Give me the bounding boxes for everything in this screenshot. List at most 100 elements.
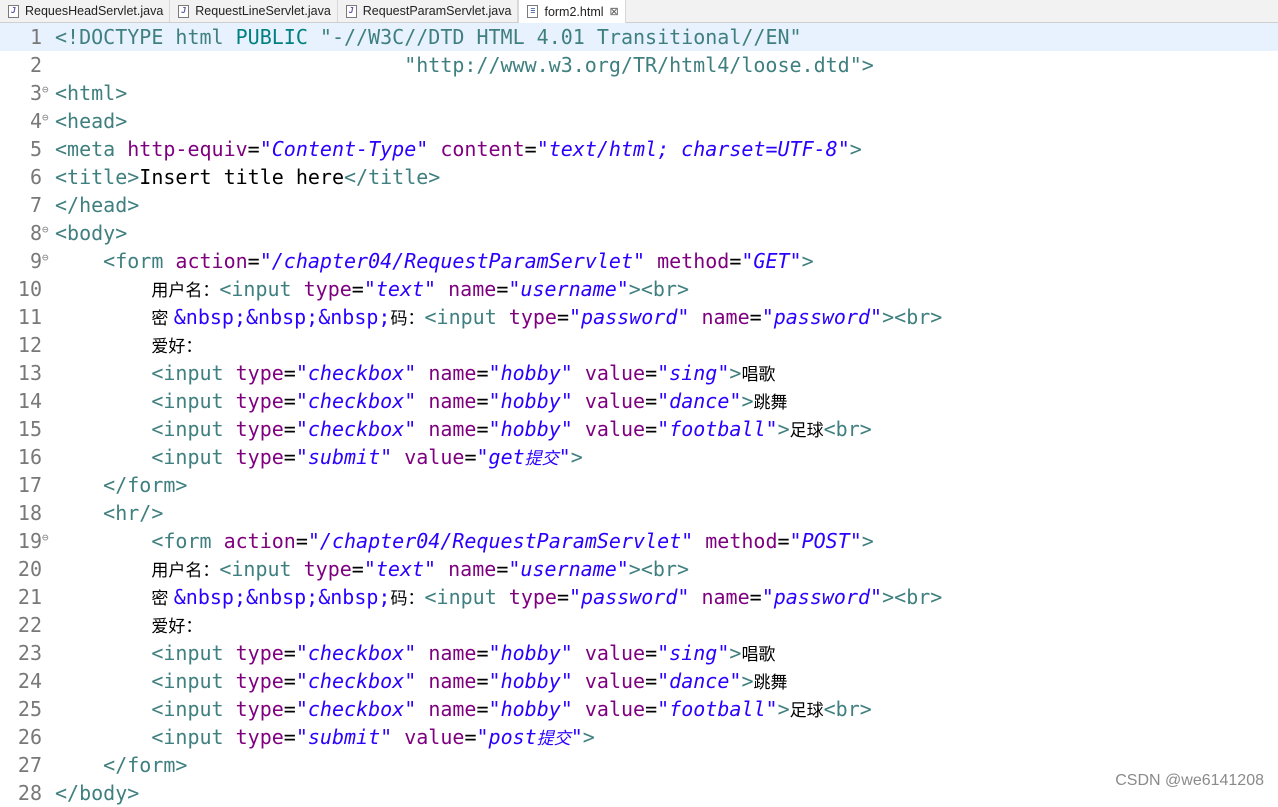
code-text: <input type="checkbox" name="hobby" valu… [55,667,787,697]
java-file-icon: J [178,4,190,18]
code-text: 密 &nbsp;&nbsp;&nbsp;码：<input type="passw… [55,583,942,613]
code-line[interactable]: 25 <input type="checkbox" name="hobby" v… [0,695,1278,723]
code-token: "hobby" [488,417,573,441]
code-token: 用户名： [151,281,220,301]
code-token: "text" [363,557,437,581]
code-token: = [295,529,308,553]
code-line[interactable]: 22 爱好： [0,611,1278,639]
code-token: <form [103,249,176,273]
tab-form2-html[interactable]: ≡ form2.html ⊠ [518,0,626,23]
code-line[interactable]: 13 <input type="checkbox" name="hobby" v… [0,359,1278,387]
code-token: action [223,529,296,553]
code-token: " [558,445,571,469]
java-file-icon: J [345,4,357,18]
code-line[interactable]: 15 <input type="checkbox" name="hobby" v… [0,415,1278,443]
fold-toggle-icon[interactable]: ⊖ [42,527,52,549]
code-text: <head> [55,107,127,135]
line-number: 23 [17,641,42,665]
code-token: "dance" [657,389,742,413]
code-line[interactable]: 3 ⊖ <html> [0,79,1278,107]
code-editor[interactable]: 1 <!DOCTYPE html PUBLIC "-//W3C//DTD HTML… [0,23,1278,805]
fold-toggle-icon[interactable]: ⊖ [42,247,52,269]
code-token: "sing" [657,641,730,665]
close-tab-icon[interactable]: ⊠ [610,5,619,18]
code-line[interactable]: 14 <input type="checkbox" name="hobby" v… [0,387,1278,415]
code-token: "hobby" [488,697,573,721]
code-line[interactable]: 10 用户名：<input type="text" name="username… [0,275,1278,303]
code-line[interactable]: 20 用户名：<input type="text" name="username… [0,555,1278,583]
code-text: 爱好： [55,331,202,361]
tab-label: form2.html [544,4,604,19]
code-line[interactable]: 2 "http://www.w3.org/TR/html4/loose.dtd"… [0,51,1278,79]
code-token: <input [424,305,509,329]
code-line[interactable]: 28 </body> [0,779,1278,807]
code-line[interactable]: 23 <input type="checkbox" name="hobby" v… [0,639,1278,667]
code-token: PUBLIC [235,25,320,49]
tab-requestlineservlet[interactable]: J RequestLineServlet.java [170,0,338,22]
line-number: 17 [17,473,42,497]
code-line[interactable]: 21 密 &nbsp;&nbsp;&nbsp;码：<input type="pa… [0,583,1278,611]
code-line[interactable]: 1 <!DOCTYPE html PUBLIC "-//W3C//DTD HTML… [0,23,1278,51]
code-line[interactable]: 17 </form> [0,471,1278,499]
code-line[interactable]: 9 ⊖ <form action="/chapter04/RequestParam… [0,247,1278,275]
code-token: <input [219,277,304,301]
code-text: <form action="/chapter04/RequestParamSer… [55,527,874,555]
code-token: ><br> [628,277,689,301]
code-token: type [508,585,557,609]
line-number: 8 [29,221,42,245]
code-line[interactable]: 12 爱好： [0,331,1278,359]
tab-label: RequestParamServlet.java [362,4,512,18]
code-token: = [645,669,658,693]
code-line[interactable]: 19 ⊖ <form action="/chapter04/RequestPara… [0,527,1278,555]
code-text: <title>Insert title here</title> [55,163,440,191]
line-number: 20 [17,557,42,581]
code-text: "http://www.w3.org/TR/html4/loose.dtd"> [55,51,874,79]
code-token: 唱歌 [741,645,776,665]
code-token: <hr/> [103,501,164,525]
fold-toggle-icon[interactable]: ⊖ [42,107,52,129]
line-number: 4 [29,109,42,133]
code-token: 码： [390,309,425,329]
watermark: CSDN @we6141208 [1115,772,1264,789]
code-line[interactable]: 24 <input type="checkbox" name="hobby" v… [0,667,1278,695]
tab-requestparamservlet[interactable]: J RequestParamServlet.java [338,0,519,22]
code-token: <input [219,557,304,581]
fold-toggle-icon[interactable]: ⊖ [42,79,52,101]
code-line[interactable]: 11 密 &nbsp;&nbsp;&nbsp;码：<input type="pa… [0,303,1278,331]
code-token: "/chapter04/RequestParamServlet" [307,529,694,553]
code-token: = [351,557,364,581]
code-line[interactable]: 27 </form> [0,751,1278,779]
line-number: 9 [29,249,42,273]
fold-toggle-icon[interactable]: ⊖ [42,219,52,241]
code-token: = [464,445,477,469]
line-number: 15 [17,417,42,441]
code-token: <input [151,669,236,693]
code-token: ><br> [628,557,689,581]
line-number: 1 [29,25,42,49]
code-token: "password" [569,585,690,609]
code-text: </body> [55,779,139,807]
code-line[interactable]: 26 <input type="submit" value="post提交"> [0,723,1278,751]
tab-requesheadservlet[interactable]: J RequesHeadServlet.java [0,0,171,22]
code-line[interactable]: 6 <title>Insert title here</title> [0,163,1278,191]
code-line[interactable]: 8 ⊖ <body> [0,219,1278,247]
code-line[interactable]: 18 <hr/> [0,499,1278,527]
code-line[interactable]: 7 </head> [0,191,1278,219]
code-line[interactable]: 4 ⊖ <head> [0,107,1278,135]
code-token: name [701,305,750,329]
code-line[interactable]: 5 <meta http-equiv="Content-Type" content… [0,135,1278,163]
code-token: type [235,669,284,693]
line-number: 26 [17,725,42,749]
code-line[interactable]: 16 <input type="submit" value="get提交"> [0,443,1278,471]
